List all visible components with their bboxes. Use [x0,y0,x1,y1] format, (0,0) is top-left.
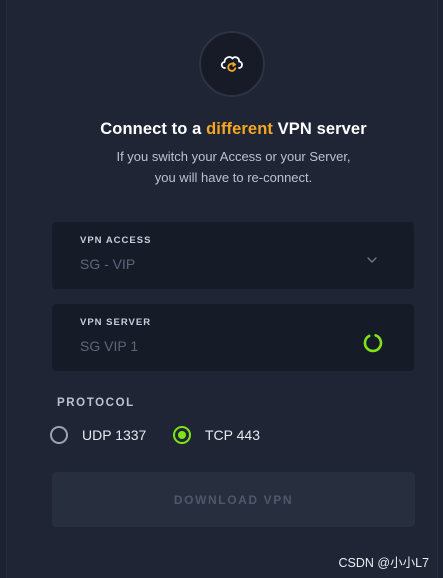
title-suffix: VPN server [272,120,367,138]
protocol-tcp-label: TCP 443 [205,427,260,443]
loading-spinner-icon [363,334,383,353]
cloud-sync-icon [199,31,265,97]
title-prefix: Connect to a [100,120,207,138]
radio-tcp[interactable] [173,426,191,444]
app-window: Connect to a different VPN server If you… [0,0,443,578]
vpn-access-select[interactable]: VPN ACCESS SG - VIP [52,222,414,289]
vpn-server-select[interactable]: VPN SERVER SG VIP 1 [52,304,414,371]
page-title: Connect to a different VPN server [7,120,443,139]
protocol-label: PROTOCOL [57,397,135,409]
download-vpn-button[interactable]: DOWNLOAD VPN [52,472,415,527]
subtitle-line-1: If you switch your Access or your Server… [116,149,351,164]
page-subtitle: If you switch your Access or your Server… [7,146,443,188]
protocol-udp-label: UDP 1337 [82,427,147,443]
vpn-server-value: SG VIP 1 [80,338,139,354]
vpn-access-value: SG - VIP [80,256,136,272]
radio-udp[interactable] [50,426,68,444]
watermark-text: CSDN @小小L7 [338,556,430,570]
subtitle-line-2: you will have to re-connect. [154,170,313,185]
protocol-option-tcp[interactable]: TCP 443 [173,424,260,446]
connect-panel: Connect to a different VPN server If you… [6,0,438,578]
protocol-option-udp[interactable]: UDP 1337 [50,424,146,446]
vpn-access-label: VPN ACCESS [80,235,152,246]
title-highlight: different [206,120,273,138]
chevron-down-icon[interactable] [366,255,378,265]
vpn-server-label: VPN SERVER [80,317,152,328]
